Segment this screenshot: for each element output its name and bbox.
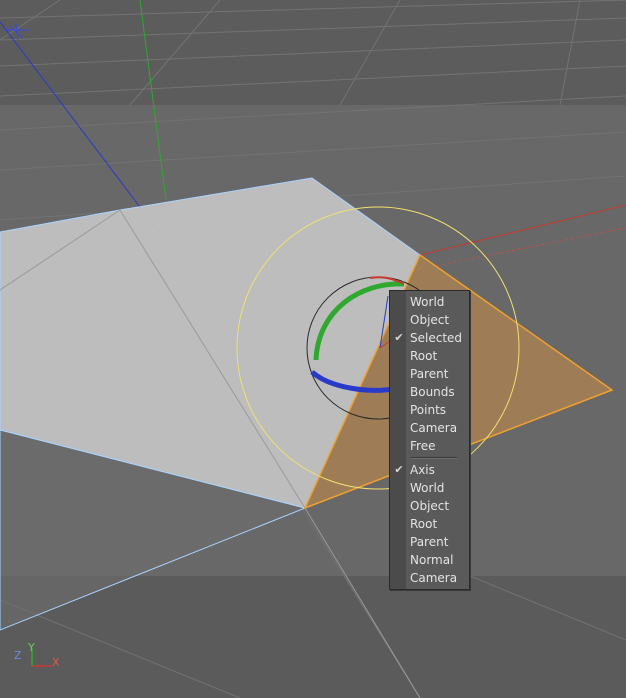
menu-coord-world-item[interactable]: World bbox=[390, 293, 469, 311]
menu-axis-world-item[interactable]: World bbox=[390, 479, 469, 497]
scene-canvas[interactable]: X Y Z bbox=[0, 0, 626, 698]
world-y-axis-line bbox=[139, 0, 167, 201]
menu-item-label: Parent bbox=[410, 367, 449, 381]
menu-axis-axis-item[interactable]: ✔ Axis bbox=[390, 461, 469, 479]
axis-widget-x-label: X bbox=[52, 656, 60, 669]
menu-coord-parent-item[interactable]: Parent bbox=[390, 365, 469, 383]
menu-item-label: World bbox=[410, 481, 445, 495]
menu-item-label: Object bbox=[410, 499, 450, 513]
3d-viewport[interactable]: X Y Z World Object ✔ Selected Root Parent Boun… bbox=[0, 0, 626, 698]
menu-axis-object-item[interactable]: Object bbox=[390, 497, 469, 515]
menu-item-label: Axis bbox=[410, 463, 435, 477]
menu-item-label: Normal bbox=[410, 553, 454, 567]
menu-section-axis-mode: ✔ Axis World Object Root Parent Normal Camera bbox=[390, 461, 469, 587]
menu-coord-points-item[interactable]: Points bbox=[390, 401, 469, 419]
menu-item-label: Parent bbox=[410, 535, 449, 549]
menu-item-label: Object bbox=[410, 313, 450, 327]
menu-axis-camera-item[interactable]: Camera bbox=[390, 569, 469, 587]
menu-item-label: Points bbox=[410, 403, 447, 417]
menu-coord-free-item[interactable]: Free bbox=[390, 437, 469, 455]
x-axis-red-line bbox=[419, 204, 626, 256]
coordinate-system-menu[interactable]: World Object ✔ Selected Root Parent Bounds Poin… bbox=[389, 290, 470, 590]
menu-axis-normal-item[interactable]: Normal bbox=[390, 551, 469, 569]
menu-coord-object-item[interactable]: Object bbox=[390, 311, 469, 329]
menu-item-label: World bbox=[410, 295, 445, 309]
menu-coord-camera-item[interactable]: Camera bbox=[390, 419, 469, 437]
menu-axis-root-item[interactable]: Root bbox=[390, 515, 469, 533]
menu-item-label: Camera bbox=[410, 421, 458, 435]
axis-widget-y-label: Y bbox=[27, 641, 35, 654]
menu-coord-selected-item[interactable]: ✔ Selected bbox=[390, 329, 469, 347]
menu-items: World Object ✔ Selected Root Parent Bounds Poin… bbox=[390, 293, 469, 587]
menu-item-label: Root bbox=[410, 517, 438, 531]
menu-coord-bounds-item[interactable]: Bounds bbox=[390, 383, 469, 401]
menu-item-label: Camera bbox=[410, 571, 458, 585]
menu-axis-parent-item[interactable]: Parent bbox=[390, 533, 469, 551]
menu-section-coordinate-system: World Object ✔ Selected Root Parent Bounds Poin… bbox=[390, 293, 469, 455]
checkmark-icon: ✔ bbox=[394, 331, 404, 344]
menu-coord-root-item[interactable]: Root bbox=[390, 347, 469, 365]
menu-item-label: Selected bbox=[410, 331, 463, 345]
checkmark-icon: ✔ bbox=[394, 463, 404, 476]
view-axis-widget: X Y Z bbox=[14, 641, 60, 669]
axis-widget-z-label: Z bbox=[14, 649, 22, 662]
menu-item-label: Free bbox=[410, 439, 436, 453]
menu-item-label: Bounds bbox=[410, 385, 455, 399]
menu-item-label: Root bbox=[410, 349, 438, 363]
